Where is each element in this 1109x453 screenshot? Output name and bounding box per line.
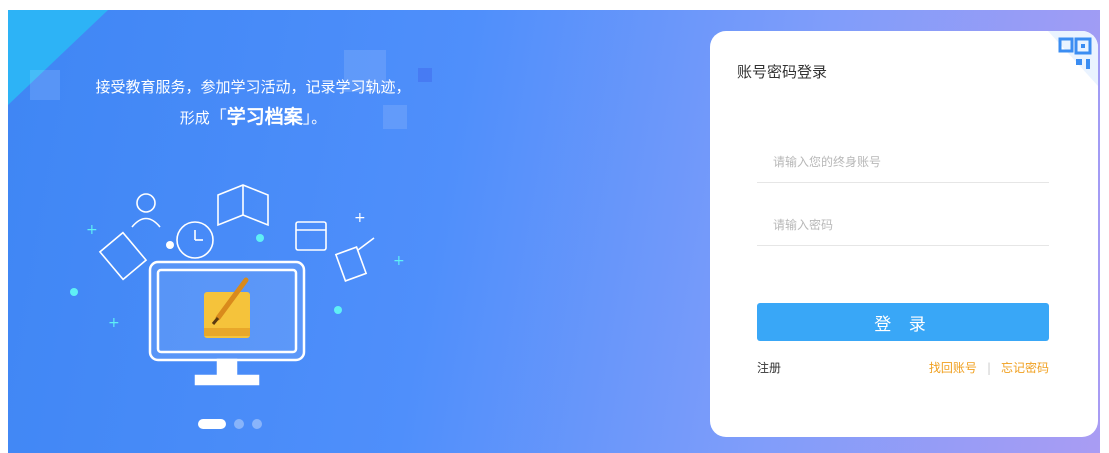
- carousel-indicators[interactable]: [198, 419, 262, 429]
- qr-code-icon[interactable]: [1028, 31, 1098, 101]
- slogan-suffix: 。: [311, 109, 327, 127]
- plus-icon: +: [354, 210, 366, 226]
- password-input[interactable]: [757, 204, 1049, 246]
- bracket-close-icon: 」: [302, 108, 312, 128]
- dot-icon: [70, 288, 78, 296]
- dot-icon: [256, 234, 264, 242]
- education-illustration: + + + +: [70, 184, 405, 386]
- forgot-password-link[interactable]: 忘记密码: [1001, 359, 1049, 376]
- account-input[interactable]: [757, 141, 1049, 183]
- plus-icon: +: [108, 315, 120, 331]
- calendar-icon: [295, 221, 327, 251]
- link-separator: |: [986, 360, 991, 375]
- dot-icon: [166, 241, 174, 249]
- plus-icon: +: [393, 253, 405, 269]
- slogan-prefix: 形成: [179, 109, 210, 127]
- carousel-dot[interactable]: [198, 419, 226, 429]
- login-title: 账号密码登录: [737, 63, 828, 81]
- bracket-open-icon: 「: [209, 108, 227, 128]
- user-icon: [131, 193, 161, 228]
- dot-icon: [334, 306, 342, 314]
- document-icon: [98, 231, 148, 281]
- pencil-note-icon: [334, 237, 375, 282]
- carousel-dot[interactable]: [234, 419, 244, 429]
- find-account-link[interactable]: 找回账号: [929, 359, 977, 376]
- hero-slogan: 接受教育服务，参加学习活动，记录学习轨迹， 形成「学习档案」。: [58, 74, 448, 131]
- register-link[interactable]: 注册: [757, 359, 781, 376]
- login-button[interactable]: 登 录: [757, 303, 1049, 341]
- carousel-dot[interactable]: [252, 419, 262, 429]
- account-links: 找回账号 | 忘记密码: [929, 359, 1049, 376]
- login-card: 账号密码登录 登 录 注册 找回账号 | 忘记密码: [710, 31, 1098, 437]
- slogan-highlight: 学习档案: [226, 106, 303, 128]
- slogan-line-1: 接受教育服务，参加学习活动，记录学习轨迹，: [95, 78, 411, 96]
- clock-icon: [176, 221, 214, 259]
- plus-icon: +: [86, 222, 98, 238]
- decor-square: [30, 70, 60, 100]
- open-book-icon: [217, 184, 269, 227]
